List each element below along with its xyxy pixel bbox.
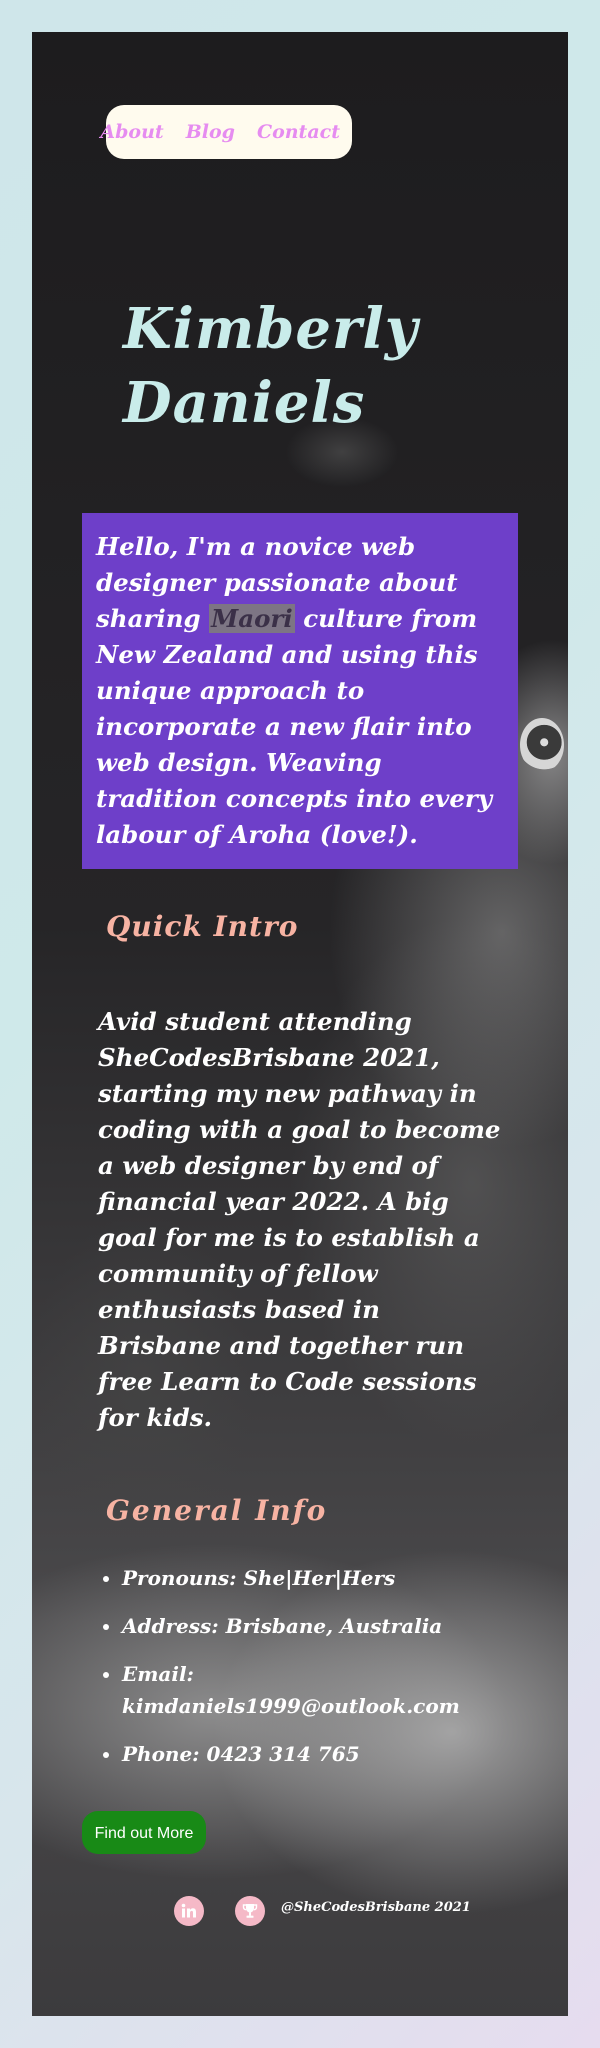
page-title: Kimberly Daniels — [123, 292, 418, 440]
info-item-pronouns: Pronouns: She|Her|Hers — [122, 1562, 502, 1594]
linkedin-glyph — [181, 1903, 196, 1918]
trophy-link[interactable] — [235, 1896, 265, 1926]
intro-highlight: Maori — [209, 604, 295, 633]
name-last: Daniels — [123, 370, 366, 436]
general-info-list: Pronouns: She|Her|Hers Address: Brisbane… — [96, 1562, 502, 1786]
linkedin-link[interactable] — [174, 1896, 204, 1926]
trophy-glyph — [242, 1904, 258, 1918]
intro-text-after: culture from New Zealand and using this … — [96, 604, 493, 849]
quick-intro-text: Avid student attending SheCodesBrisbane … — [98, 1007, 501, 1432]
photo-eye-detail — [520, 718, 564, 772]
linkedin-icon — [174, 1896, 204, 1926]
trophy-icon — [235, 1896, 265, 1926]
quick-intro-heading: Quick Intro — [106, 910, 299, 943]
info-item-phone: Phone: 0423 314 765 — [122, 1738, 502, 1770]
name-first: Kimberly — [123, 296, 419, 362]
info-item-email: Email: kimdaniels1999@outlook.com — [122, 1658, 502, 1722]
nav-about-link[interactable]: About — [100, 121, 163, 143]
nav-contact-link[interactable]: Contact — [257, 121, 340, 143]
general-info-heading: General Info — [106, 1494, 328, 1527]
social-handle: @SheCodesBrisbane 2021 — [281, 1900, 471, 1915]
nav-blog-link[interactable]: Blog — [186, 121, 235, 143]
find-out-more-button[interactable]: Find out More — [82, 1811, 206, 1854]
top-nav: About Blog Contact — [100, 105, 352, 159]
intro-box: Hello, I'm a novice web designer passion… — [82, 513, 518, 869]
info-item-address: Address: Brisbane, Australia — [122, 1610, 502, 1642]
